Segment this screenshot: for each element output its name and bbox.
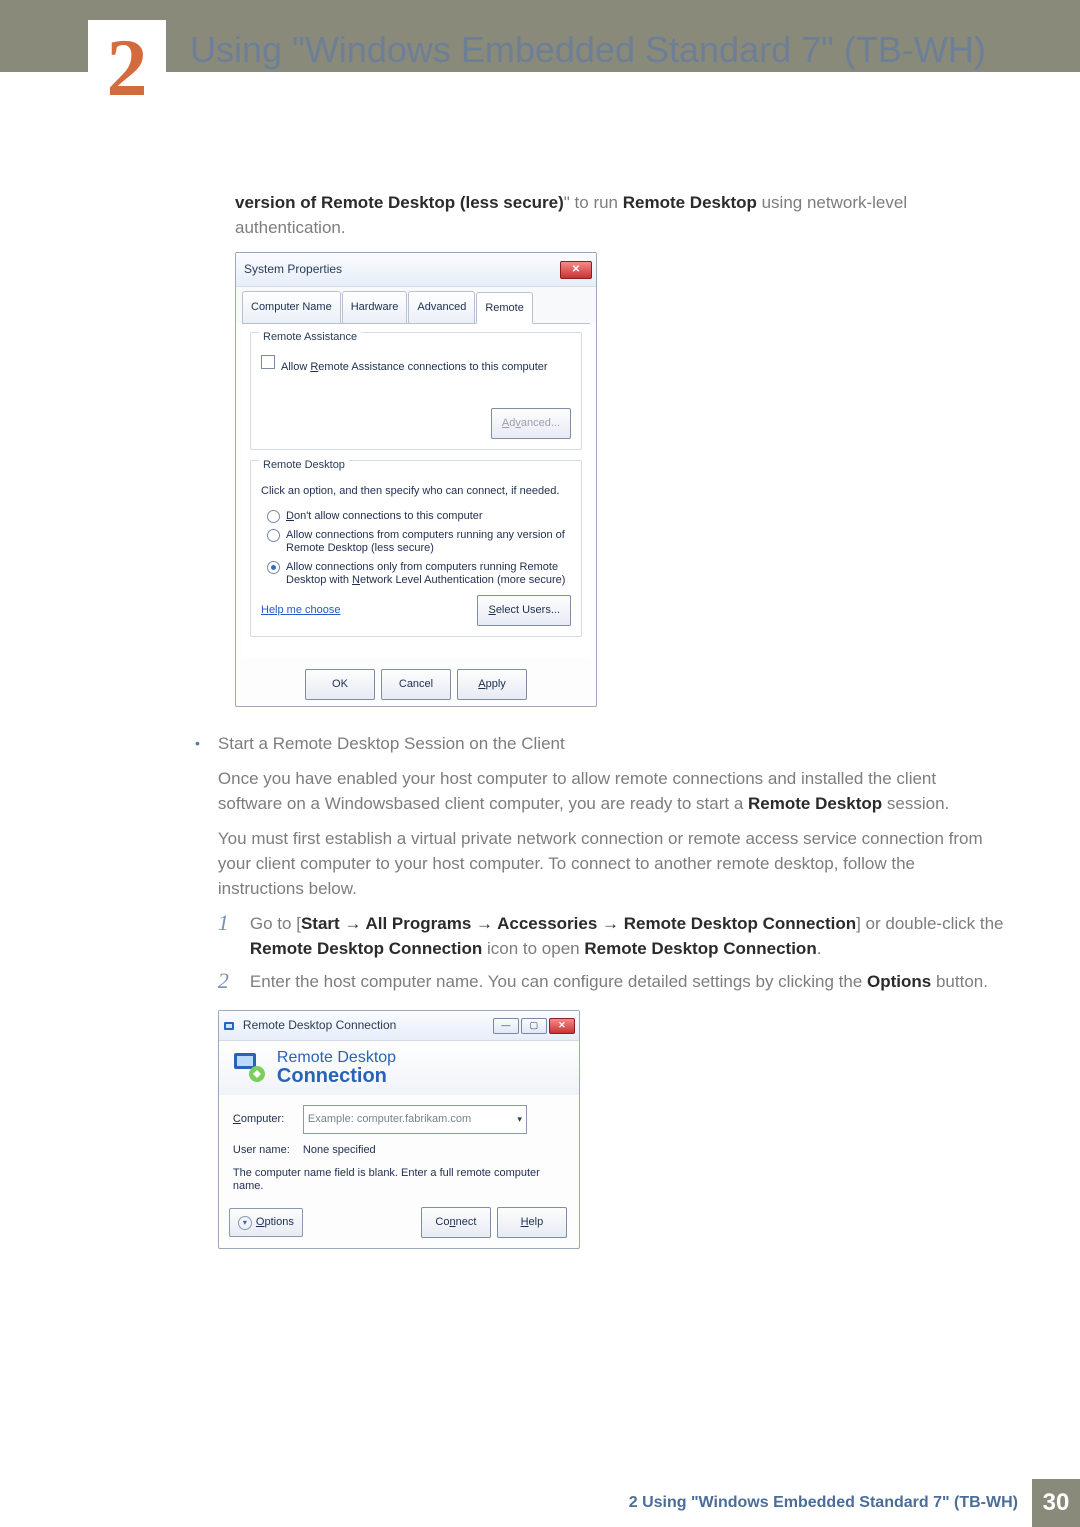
footer-text: 2 Using "Windows Embedded Standard 7" (T… (629, 1479, 1032, 1527)
radio-icon[interactable] (267, 510, 280, 523)
connect-button[interactable]: Connect (421, 1207, 491, 1238)
bullet-title: Start a Remote Desktop Session on the Cl… (218, 731, 1005, 756)
ra-advanced-button[interactable]: Advanced... (491, 408, 571, 439)
rd-option-1[interactable]: Don't allow connections to this computer (267, 510, 571, 523)
rdc-banner-line2: Connection (277, 1067, 396, 1085)
footer-page-number: 30 (1032, 1479, 1080, 1527)
rdc-window-title: Remote Desktop Connection (243, 1013, 493, 1038)
chapter-number-box: 2 (88, 20, 166, 116)
help-me-choose-link[interactable]: Help me choose (261, 598, 341, 623)
rdc-titlebar: Remote Desktop Connection — ▢ ✕ (219, 1011, 579, 1041)
tab-remote[interactable]: Remote (476, 292, 533, 324)
username-label: User name: (233, 1138, 303, 1163)
rd-option-2[interactable]: Allow connections from computers running… (267, 529, 571, 555)
intro-tail-1: " to run (564, 193, 623, 212)
chapter-title: Using "Windows Embedded Standard 7" (TB-… (190, 30, 996, 70)
remote-desktop-group: Remote Desktop Click an option, and then… (250, 460, 582, 637)
bullet-p1: Once you have enabled your host computer… (218, 766, 1005, 816)
apply-button[interactable]: Apply (457, 669, 527, 700)
rdc-banner: Remote Desktop Connection (219, 1041, 579, 1095)
username-row: User name: None specified (233, 1138, 565, 1163)
username-value: None specified (303, 1138, 376, 1163)
rdc-app-icon (223, 1019, 237, 1033)
computer-label: Computer: (233, 1107, 303, 1132)
chapter-number: 2 (107, 22, 148, 113)
rdc-banner-icon (231, 1049, 267, 1085)
chevron-down-icon: ▾ (238, 1216, 252, 1230)
radio-icon-selected[interactable] (267, 561, 280, 574)
bullet-p1-b: session. (882, 794, 949, 813)
rd-instruction: Click an option, and then specify who ca… (261, 479, 571, 504)
step-number-1: 1 (218, 911, 238, 961)
ra-group-title: Remote Assistance (259, 325, 361, 350)
bullet-p1-bold: Remote Desktop (748, 794, 882, 813)
remote-assistance-group: Remote Assistance Allow Remote Assistanc… (250, 332, 582, 450)
step-number-2: 2 (218, 969, 238, 994)
computer-combobox[interactable]: Example: computer.fabrikam.com ▾ (303, 1105, 527, 1134)
options-button[interactable]: ▾ Options (229, 1208, 303, 1237)
dialog-button-row: OK Cancel Apply (236, 663, 596, 706)
tab-hardware[interactable]: Hardware (342, 291, 408, 323)
rdc-banner-title: Remote Desktop Connection (277, 1049, 396, 1085)
rd-option-3-label: Allow connections only from computers ru… (286, 561, 571, 587)
tab-row: Computer Name Hardware Advanced Remote (236, 287, 596, 323)
intro-bold-2: Remote Desktop (623, 193, 757, 212)
rd-group-title: Remote Desktop (259, 453, 349, 478)
rdc-note: The computer name field is blank. Enter … (233, 1167, 565, 1193)
radio-icon[interactable] (267, 529, 280, 542)
rd-option-1-label: Don't allow connections to this computer (286, 510, 483, 523)
tab-body: Remote Assistance Allow Remote Assistanc… (242, 323, 590, 657)
ra-checkbox-row[interactable]: Allow Remote Assistance connections to t… (261, 355, 571, 380)
minimize-icon[interactable]: — (493, 1018, 519, 1034)
page-footer: 2 Using "Windows Embedded Standard 7" (T… (0, 1479, 1080, 1527)
intro-bold-1: version of Remote Desktop (less secure) (235, 193, 564, 212)
checkbox-icon[interactable] (261, 355, 275, 369)
step-1-row: 1 Go to [Start → All Programs → Accessor… (218, 911, 1005, 961)
window-titlebar: System Properties ✕ (236, 253, 596, 287)
bullet-icon: • (195, 731, 200, 1249)
intro-paragraph: version of Remote Desktop (less secure)"… (235, 190, 1005, 240)
help-button[interactable]: Help (497, 1207, 567, 1238)
close-icon[interactable]: ✕ (560, 261, 592, 279)
tab-advanced[interactable]: Advanced (408, 291, 475, 323)
window-title: System Properties (244, 257, 342, 282)
rd-option-2-label: Allow connections from computers running… (286, 529, 571, 555)
step-2-text: Enter the host computer name. You can co… (250, 969, 1005, 994)
step-1-text: Go to [Start → All Programs → Accessorie… (250, 911, 1005, 961)
computer-placeholder: Example: computer.fabrikam.com (308, 1107, 471, 1132)
ra-checkbox-label: Allow Remote Assistance connections to t… (281, 355, 548, 380)
select-users-button[interactable]: Select Users... (477, 595, 571, 626)
step-2-row: 2 Enter the host computer name. You can … (218, 969, 1005, 994)
cancel-button[interactable]: Cancel (381, 669, 451, 700)
system-properties-window: System Properties ✕ Computer Name Hardwa… (235, 252, 597, 707)
computer-row: Computer: Example: computer.fabrikam.com… (233, 1105, 565, 1134)
rdc-window: Remote Desktop Connection — ▢ ✕ Remote D… (218, 1010, 580, 1249)
chevron-down-icon[interactable]: ▾ (517, 1107, 522, 1132)
tab-computer-name[interactable]: Computer Name (242, 291, 341, 323)
ok-button[interactable]: OK (305, 669, 375, 700)
close-icon[interactable]: ✕ (549, 1018, 575, 1034)
rd-option-3[interactable]: Allow connections only from computers ru… (267, 561, 571, 587)
bullet-p2: You must first establish a virtual priva… (218, 826, 1005, 901)
maximize-icon[interactable]: ▢ (521, 1018, 547, 1034)
